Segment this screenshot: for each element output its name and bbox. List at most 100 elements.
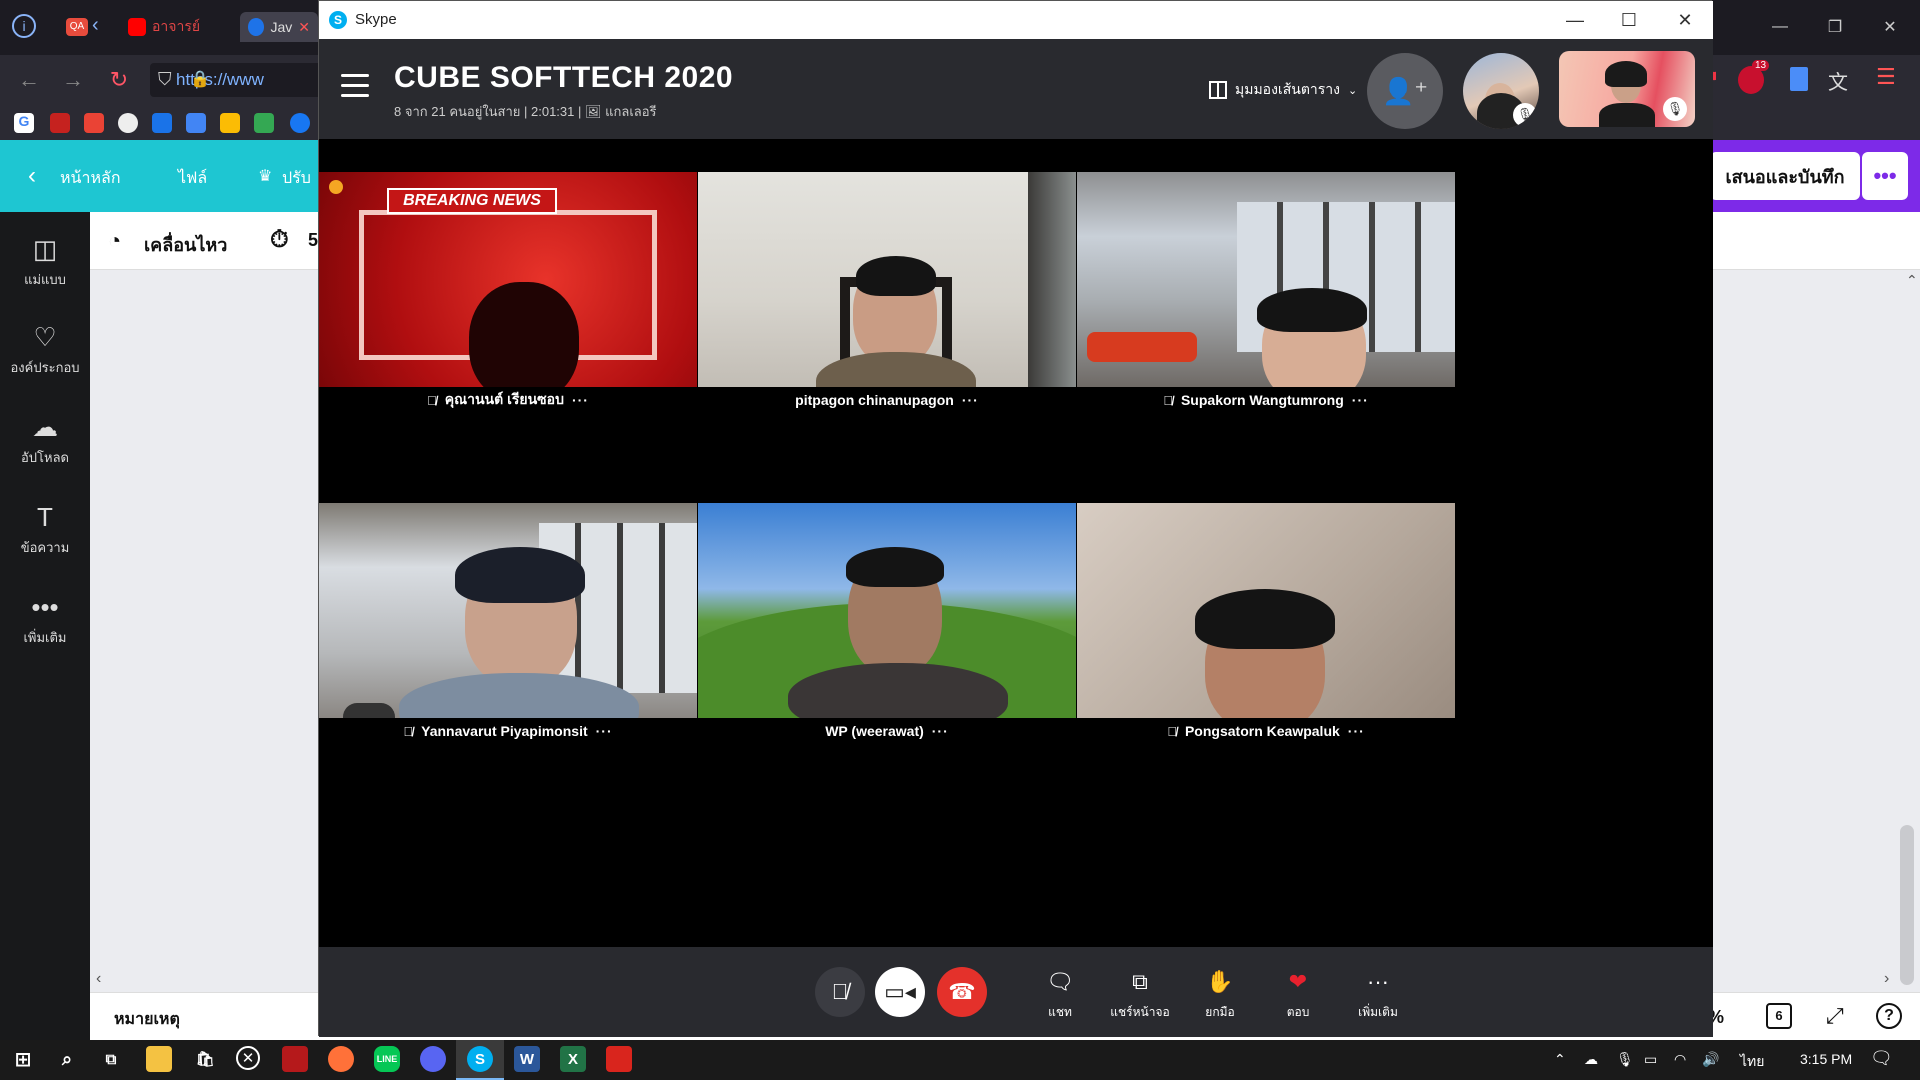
help-icon[interactable]: ? — [1876, 1003, 1902, 1029]
line-app-icon[interactable]: LINE — [374, 1046, 400, 1072]
word-icon[interactable]: W — [514, 1046, 540, 1072]
resize-menu[interactable]: ปรับ — [282, 166, 311, 191]
scroll-right-icon[interactable]: › — [1884, 970, 1889, 988]
more-dots-icon[interactable]: ··· — [962, 392, 979, 408]
participant-thumbnail[interactable]: 🎙 — [1463, 53, 1539, 129]
share-screen-button[interactable]: ⧉ แชร์หน้าจอ — [1105, 969, 1175, 1022]
more-dots-icon[interactable]: ··· — [932, 723, 949, 739]
participant-name-label[interactable]: 🎙̸ Pongsatorn Keawpaluk ··· — [1077, 721, 1455, 741]
classroom-icon[interactable] — [152, 113, 172, 133]
raise-hand-button[interactable]: ✋ ยกมือ — [1185, 969, 1255, 1022]
more-dots-icon[interactable]: ··· — [572, 392, 589, 408]
github-icon[interactable] — [118, 113, 138, 133]
sidebar-item-text[interactable]: T ข้อความ — [0, 502, 90, 558]
discord-icon[interactable] — [420, 1046, 446, 1072]
browser-minimize-icon[interactable]: — — [1760, 12, 1800, 42]
more-dots-icon[interactable]: ··· — [596, 723, 613, 739]
participant-name-label[interactable]: WP (weerawat) ··· — [698, 721, 1076, 741]
chevron-left-icon[interactable]: ‹ — [28, 162, 36, 190]
gmail-icon[interactable] — [84, 113, 104, 133]
home-link[interactable]: หน้าหลัก — [60, 166, 121, 191]
language-indicator[interactable]: ไทย — [1740, 1051, 1764, 1073]
clock[interactable]: 3:15 PM — [1800, 1051, 1852, 1067]
sites-icon[interactable] — [254, 113, 274, 133]
address-bar[interactable]: ⛉ 🔒 https://www — [150, 63, 330, 97]
microphone-icon[interactable]: 🎙 — [1616, 1051, 1634, 1068]
participant-name-label[interactable]: 🎙̸ คุณานนต์ เรียนซอบ ··· — [319, 390, 697, 410]
reload-icon[interactable]: ↻ — [102, 63, 136, 97]
more-options-button[interactable]: ••• — [1862, 152, 1908, 200]
more-button[interactable]: ··· เพิ่มเติม — [1343, 969, 1413, 1022]
present-record-button[interactable]: เสนอและบันทึก — [1710, 152, 1860, 200]
sidebar-item-elements[interactable]: ♡ องค์ประกอบ — [0, 322, 90, 378]
back-tab-icon[interactable]: ‹ — [92, 14, 99, 37]
translate-icon[interactable]: 文 — [1828, 66, 1848, 95]
info-icon[interactable]: i — [12, 14, 36, 38]
video-tile[interactable] — [319, 503, 697, 718]
timer-icon[interactable]: ⏱ — [270, 226, 289, 254]
facebook-icon[interactable] — [290, 113, 310, 133]
mute-button[interactable]: 🎙̸ — [815, 967, 865, 1017]
fullscreen-icon[interactable]: ⤢ — [1826, 1003, 1844, 1029]
maximize-icon[interactable]: ☐ — [1609, 5, 1649, 35]
more-dots-icon[interactable]: ··· — [1352, 392, 1369, 408]
file-explorer-icon[interactable] — [146, 1046, 172, 1072]
store-icon[interactable]: 🛍 — [192, 1046, 218, 1072]
notes-button[interactable]: หมายเหตุ — [114, 1007, 180, 1032]
video-tile[interactable] — [698, 172, 1076, 387]
video-tile[interactable] — [698, 503, 1076, 718]
hamburger-menu-icon[interactable] — [341, 74, 369, 100]
search-icon[interactable]: ⌕ — [54, 1046, 80, 1072]
acrobat-icon[interactable] — [606, 1046, 632, 1072]
participant-name-label[interactable]: 🎙̸ Supakorn Wangtumrong ··· — [1077, 390, 1455, 410]
drive-icon[interactable] — [220, 113, 240, 133]
video-tile[interactable] — [1077, 503, 1455, 718]
scroll-up-icon[interactable]: ⌃ — [1906, 272, 1918, 289]
tab-youtube[interactable]: อาจารย์ — [120, 12, 208, 42]
xbox-icon[interactable]: ✕ — [236, 1046, 260, 1070]
minimize-icon[interactable]: — — [1555, 5, 1595, 35]
tab-qa[interactable]: QA — [58, 12, 96, 42]
gmail-icon[interactable] — [50, 113, 70, 133]
vertical-scrollbar[interactable] — [1900, 825, 1914, 985]
participant-thumbnail[interactable]: 🎙 — [1559, 51, 1695, 127]
onedrive-icon[interactable]: ☁ — [1584, 1051, 1598, 1068]
firefox-icon[interactable] — [328, 1046, 354, 1072]
video-tile[interactable] — [1077, 172, 1455, 387]
scroll-left-icon[interactable]: ‹ — [96, 970, 101, 988]
show-hidden-icons-icon[interactable]: ⌃ — [1554, 1051, 1566, 1068]
translate-bookmark-icon[interactable] — [186, 113, 206, 133]
add-participant-button[interactable]: 👤⁺ — [1367, 53, 1443, 129]
more-dots-icon[interactable]: ··· — [1348, 723, 1365, 739]
back-icon[interactable]: ← — [12, 63, 46, 97]
menu-icon[interactable]: ☰ — [1876, 64, 1896, 90]
windows-start-icon[interactable]: ⊞ — [10, 1046, 36, 1072]
end-call-button[interactable]: ☎ — [937, 967, 987, 1017]
browser-restore-icon[interactable]: ❐ — [1815, 12, 1855, 42]
sidebar-item-templates[interactable]: ◫ แม่แบบ — [0, 234, 90, 290]
browser-close-icon[interactable]: ✕ — [1870, 12, 1910, 42]
video-button[interactable]: ▭◂ — [875, 967, 925, 1017]
google-icon[interactable]: G — [14, 113, 34, 133]
forward-icon[interactable]: → — [56, 63, 90, 97]
file-menu[interactable]: ไฟล์ — [178, 166, 207, 191]
battery-icon[interactable]: ▭ — [1644, 1051, 1657, 1068]
task-view-icon[interactable]: ⧉ — [98, 1046, 124, 1072]
sidebar-item-uploads[interactable]: ☁ อัปโหลด — [0, 412, 90, 468]
docs-icon[interactable] — [1790, 67, 1808, 91]
skype-taskbar-icon[interactable]: S — [467, 1046, 493, 1072]
excel-icon[interactable]: X — [560, 1046, 586, 1072]
sidebar-item-more[interactable]: ••• เพิ่มเติม — [0, 592, 90, 648]
participant-name-label[interactable]: 🎙̸ Yannavarut Piyapimonsit ··· — [319, 721, 697, 741]
notification-center-icon[interactable]: 🗨 — [1870, 1048, 1893, 1069]
game-app-icon[interactable] — [282, 1046, 308, 1072]
close-tab-icon[interactable]: ✕ — [298, 19, 310, 36]
tab-active[interactable]: Jav ✕ — [240, 12, 318, 42]
volume-icon[interactable]: 🔊 — [1702, 1051, 1719, 1068]
react-button[interactable]: ❤ ตอบ — [1263, 969, 1333, 1022]
wifi-icon[interactable]: ◠ — [1674, 1051, 1686, 1068]
page-count-button[interactable]: 6 — [1766, 1003, 1792, 1029]
call-subtitle[interactable]: 8 จาก 21 คนอยู่ในสาย | 2:01:31 | 🖼 แกลเล… — [394, 101, 657, 122]
close-icon[interactable]: ✕ — [1665, 5, 1705, 35]
view-mode-dropdown[interactable]: มุมมองเส้นตาราง ⌄ — [1209, 79, 1357, 101]
